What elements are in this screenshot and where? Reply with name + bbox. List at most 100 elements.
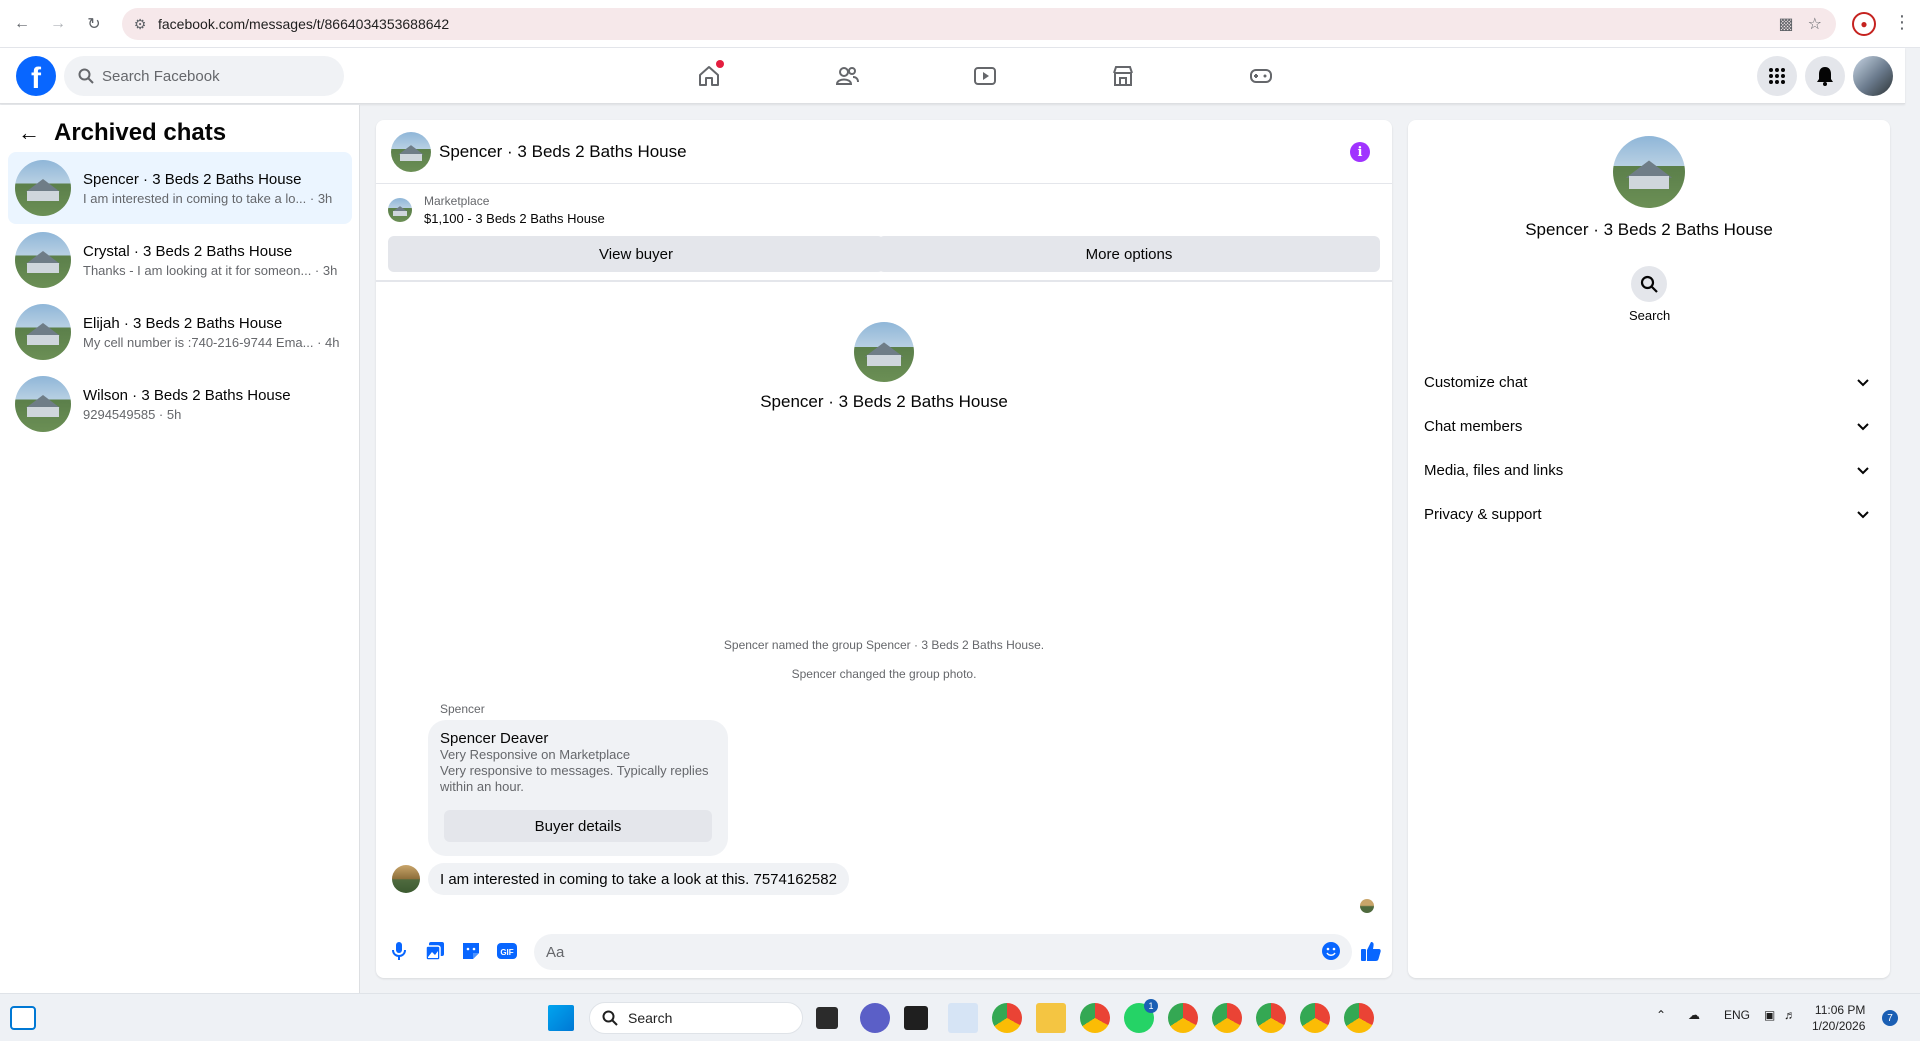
photo-icon[interactable] xyxy=(424,940,446,962)
windows-taskbar: Search 1 ⌃ ☁ ENG ▣ ♬ 11:06 PM 1/20/2026 … xyxy=(0,993,1920,1041)
gif-icon[interactable]: GIF xyxy=(496,940,518,962)
sender-avatar[interactable] xyxy=(392,865,420,893)
emoji-icon[interactable] xyxy=(1320,940,1342,962)
system-message: Spencer named the group Spencer · 3 Beds… xyxy=(723,638,1045,652)
url-text[interactable]: facebook.com/messages/t/8664034353688642 xyxy=(158,16,449,32)
conversation-avatar xyxy=(15,232,71,288)
buyer-name: Spencer Deaver xyxy=(440,730,549,747)
marketplace-listing-row[interactable]: Marketplace $1,100 - 3 Beds 2 Baths Hous… xyxy=(388,194,605,226)
message-composer: GIF xyxy=(376,926,1392,978)
clock-date: 1/20/2026 xyxy=(1812,1019,1866,1033)
chat-panel: Spencer · 3 Beds 2 Baths House i Marketp… xyxy=(376,120,1392,978)
task-view-icon[interactable] xyxy=(816,1007,838,1029)
conversation-avatar xyxy=(15,160,71,216)
language-indicator[interactable]: ENG xyxy=(1724,1008,1750,1022)
chat-title[interactable]: Spencer · 3 Beds 2 Baths House xyxy=(439,142,687,162)
customize-chat-section[interactable]: Customize chat xyxy=(1424,360,1876,404)
browser-profile-icon[interactable]: ● xyxy=(1852,12,1876,36)
chrome-profile-icon[interactable] xyxy=(1168,1003,1198,1033)
nav-marketplace[interactable] xyxy=(1054,48,1192,104)
archived-chats-sidebar: ← Archived chats Spencer · 3 Beds 2 Bath… xyxy=(0,105,360,993)
conversation-item[interactable]: Wilson · 3 Beds 2 Baths House 9294549585… xyxy=(8,368,352,440)
bell-icon xyxy=(1817,67,1833,86)
info-panel-avatar[interactable] xyxy=(1613,136,1685,208)
media-files-links-section[interactable]: Media, files and links xyxy=(1424,448,1876,492)
conversation-avatar xyxy=(15,304,71,360)
group-photo[interactable] xyxy=(854,322,914,382)
thumbs-up-icon[interactable] xyxy=(1360,940,1382,962)
show-hidden-icons[interactable]: ⌃ xyxy=(1656,1008,1666,1022)
volume-icon[interactable]: ♬ xyxy=(1784,1008,1796,1022)
site-settings-icon[interactable]: ⚙ xyxy=(122,16,158,33)
nav-friends[interactable] xyxy=(778,48,916,104)
notification-count-badge[interactable]: 7 xyxy=(1882,1010,1898,1026)
chat-members-section[interactable]: Chat members xyxy=(1424,404,1876,448)
info-panel-name: Spencer · 3 Beds 2 Baths House xyxy=(1525,220,1773,239)
forward-arrow-icon[interactable]: → xyxy=(46,12,70,36)
buyer-responsiveness: Very Responsive on Marketplace xyxy=(440,747,631,762)
browser-menu-icon[interactable]: ⋮ xyxy=(1893,12,1911,33)
info-icon[interactable]: i xyxy=(1350,142,1370,162)
onedrive-icon[interactable]: ☁ xyxy=(1688,1008,1700,1022)
message-input[interactable] xyxy=(534,934,1352,970)
install-app-icon[interactable]: ▩ xyxy=(1779,14,1794,34)
facebook-logo[interactable]: f xyxy=(16,56,56,96)
buyer-details-button[interactable]: Buyer details xyxy=(444,810,712,842)
reload-icon[interactable]: ↻ xyxy=(82,12,106,36)
chrome-icon[interactable] xyxy=(992,1003,1022,1033)
back-arrow-icon[interactable]: ← xyxy=(10,12,34,36)
chat-avatar[interactable] xyxy=(391,131,431,172)
sticker-icon[interactable] xyxy=(460,940,482,962)
menu-grid-button[interactable] xyxy=(1757,56,1797,96)
conversation-item[interactable]: Spencer · 3 Beds 2 Baths House I am inte… xyxy=(8,152,352,224)
conversation-preview: Thanks - I am looking at it for someon..… xyxy=(83,262,338,278)
chevron-down-icon xyxy=(1857,379,1869,387)
conversation-title: Crystal · 3 Beds 2 Baths House xyxy=(83,242,293,260)
account-avatar[interactable] xyxy=(1853,56,1893,96)
whatsapp-icon[interactable]: 1 xyxy=(1124,999,1158,1033)
nav-video[interactable] xyxy=(916,48,1054,104)
search-in-conversation-button[interactable]: Search xyxy=(1629,266,1670,323)
chrome-profile-icon[interactable] xyxy=(1080,1003,1110,1033)
conversation-preview: I am interested in coming to take a lo..… xyxy=(83,190,333,206)
nav-home[interactable] xyxy=(640,48,778,104)
chrome-profile-icon[interactable] xyxy=(1300,1003,1330,1033)
widgets-icon[interactable] xyxy=(10,1006,36,1030)
facebook-search-box[interactable]: Search Facebook xyxy=(64,56,344,96)
privacy-support-section[interactable]: Privacy & support xyxy=(1424,492,1876,536)
network-icon[interactable]: ▣ xyxy=(1764,1008,1775,1022)
chrome-profile-icon[interactable] xyxy=(1256,1003,1286,1033)
taskbar-clock[interactable]: 11:06 PM 1/20/2026 xyxy=(1812,1002,1865,1034)
section-label: Chat members xyxy=(1424,417,1523,435)
section-label: Customize chat xyxy=(1424,373,1528,391)
system-message: Spencer changed the group photo. xyxy=(791,667,977,681)
file-explorer-icon[interactable] xyxy=(1036,1003,1066,1033)
microphone-icon[interactable] xyxy=(388,940,410,962)
back-arrow-icon[interactable]: ← xyxy=(18,120,40,146)
header-divider xyxy=(376,280,1392,282)
message-bubble[interactable]: I am interested in coming to take a look… xyxy=(428,863,849,895)
listing-title: $1,100 - 3 Beds 2 Baths House xyxy=(424,211,605,226)
taskbar-search-box[interactable]: Search xyxy=(589,1002,803,1034)
section-label: Privacy & support xyxy=(1424,505,1542,523)
teams-icon[interactable] xyxy=(860,1003,890,1033)
notifications-button[interactable] xyxy=(1805,56,1845,96)
snipping-tool-icon[interactable] xyxy=(948,1003,978,1033)
chat-header: Spencer · 3 Beds 2 Baths House i xyxy=(376,120,1392,184)
address-bar[interactable]: ⚙ facebook.com/messages/t/86640343536886… xyxy=(122,8,1836,40)
conversation-item[interactable]: Elijah · 3 Beds 2 Baths House My cell nu… xyxy=(8,296,352,368)
bookmark-star-icon[interactable]: ☆ xyxy=(1808,14,1822,34)
message-row: I am interested in coming to take a look… xyxy=(392,863,849,895)
chrome-profile-icon[interactable] xyxy=(1212,1003,1242,1033)
marketplace-icon xyxy=(1113,66,1133,86)
windows-start-icon[interactable] xyxy=(548,1005,574,1031)
sidebar-title: Archived chats xyxy=(54,119,227,146)
conversation-preview: 9294549585 · 5h xyxy=(83,406,182,422)
nav-gaming[interactable] xyxy=(1192,48,1330,104)
sticky-notes-icon[interactable] xyxy=(904,1006,928,1030)
conversation-item[interactable]: Crystal · 3 Beds 2 Baths House Thanks - … xyxy=(8,224,352,296)
more-options-button[interactable]: More options xyxy=(878,236,1380,272)
buyer-profile-card: Spencer Deaver Very Responsive on Market… xyxy=(428,720,728,856)
view-buyer-button[interactable]: View buyer xyxy=(388,236,884,272)
chrome-profile-icon[interactable] xyxy=(1344,1003,1374,1033)
